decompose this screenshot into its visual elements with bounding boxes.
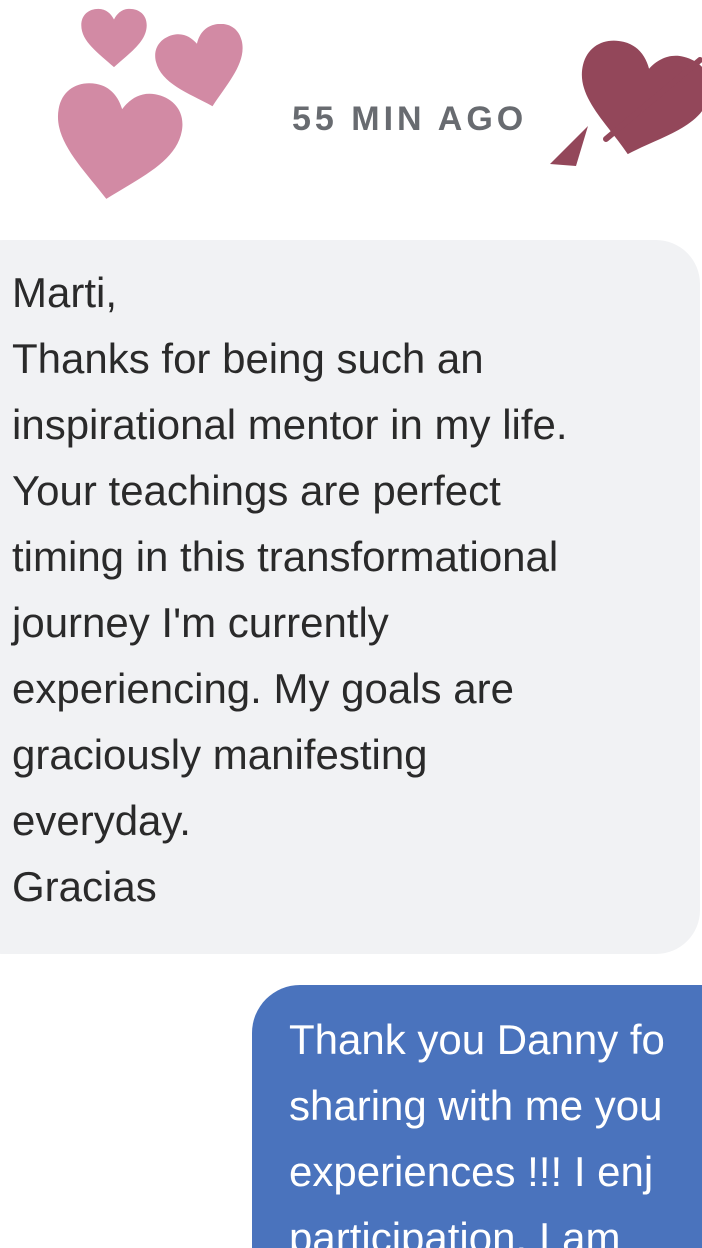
sent-message-bubble[interactable]: Thank you Danny fo sharing with me you e…: [252, 985, 702, 1248]
message-line: participation. I am: [289, 1214, 621, 1248]
heart-large-icon: [57, 83, 183, 199]
message-line: inspirational mentor in my life.: [12, 401, 568, 448]
message-line: Marti,: [12, 269, 117, 316]
message-line: everyday.: [12, 797, 191, 844]
heart-small-icon: [81, 8, 147, 68]
message-line: graciously manifesting: [12, 731, 428, 778]
message-line: Thank you Danny fo: [289, 1016, 665, 1063]
message-line: timing in this transformational: [12, 533, 559, 580]
message-line: Gracias: [12, 863, 157, 910]
message-line: Your teachings are perfect: [12, 467, 501, 514]
heart-arrow-icon: [550, 40, 702, 166]
message-header: 55 MIN AGO: [0, 0, 702, 220]
message-line: Thanks for being such an: [12, 335, 484, 382]
chat-screen: 55 MIN AGO Marti, Thanks for being such …: [0, 0, 702, 1248]
message-line: sharing with me you: [289, 1082, 663, 1129]
message-line: journey I'm currently: [12, 599, 389, 646]
received-message-bubble[interactable]: Marti, Thanks for being such an inspirat…: [0, 240, 700, 954]
message-line: experiences !!! I enj: [289, 1148, 654, 1195]
message-timestamp: 55 MIN AGO: [292, 100, 528, 138]
message-line: experiencing. My goals are: [12, 665, 514, 712]
